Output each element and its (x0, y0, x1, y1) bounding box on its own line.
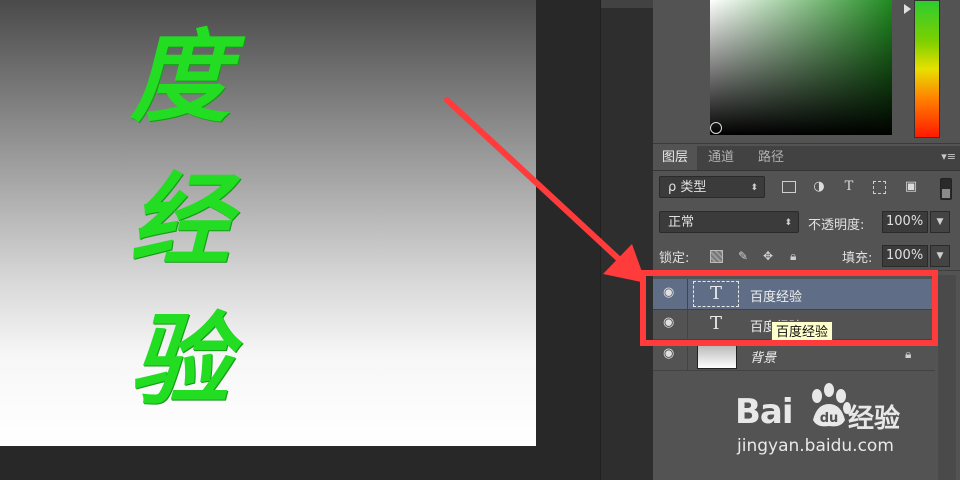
watermark-du-text: du (820, 411, 839, 426)
watermark-url: jingyan.baidu.com (737, 436, 894, 456)
watermark-brand-jingyan: 经验 (848, 404, 901, 434)
baidu-jingyan-watermark: Bai du 经验 jingyan.baidu.com (735, 380, 960, 475)
watermark-brand-bai: Bai (735, 392, 794, 432)
arrow-shaft (444, 97, 625, 265)
